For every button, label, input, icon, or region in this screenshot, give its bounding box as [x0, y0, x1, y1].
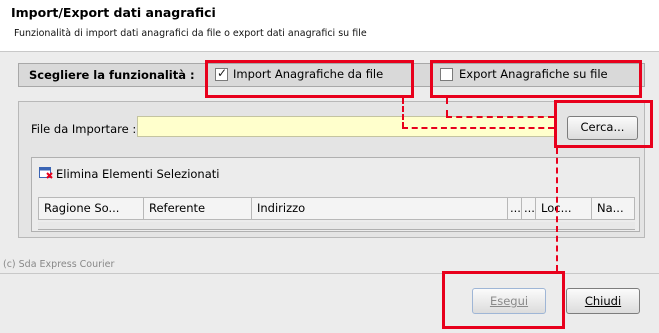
connector-browse-to-execute: [556, 148, 558, 271]
page-title: Import/Export dati anagrafici: [11, 5, 216, 20]
connector-export-down: [446, 98, 448, 116]
column-header-localita[interactable]: Loc...: [536, 197, 592, 220]
delete-selected-button[interactable]: Elimina Elementi Selezionati: [56, 167, 219, 181]
column-header-nazione[interactable]: Na...: [592, 197, 635, 220]
column-header-referente[interactable]: Referente: [144, 197, 252, 220]
connector-import-across: [402, 127, 554, 129]
copyright: (c) Sda Express Courier: [3, 259, 115, 270]
header: Import/Export dati anagrafici Funzionali…: [0, 0, 659, 51]
column-header-extra-2[interactable]: ...: [522, 197, 536, 220]
column-header-extra-1[interactable]: ...: [508, 197, 522, 220]
highlight-execute-button: [442, 271, 565, 329]
functionality-label: Scegliere la funzionalità :: [29, 68, 195, 82]
highlight-import-option: [205, 60, 414, 98]
close-button[interactable]: Chiudi: [566, 288, 640, 314]
connector-export-across: [446, 116, 554, 118]
delete-rows-icon[interactable]: [39, 167, 53, 179]
column-header-indirizzo[interactable]: Indirizzo: [252, 197, 508, 220]
column-header-ragione-sociale[interactable]: Ragione So...: [38, 197, 144, 220]
page-subtitle: Funzionalità di import dati anagrafici d…: [14, 28, 367, 39]
file-label: File da Importare :: [31, 122, 137, 136]
highlight-export-option: [430, 60, 642, 98]
highlight-browse-button: [554, 100, 653, 148]
grid-rows-area[interactable]: [38, 222, 635, 230]
connector-import-down: [402, 98, 404, 128]
